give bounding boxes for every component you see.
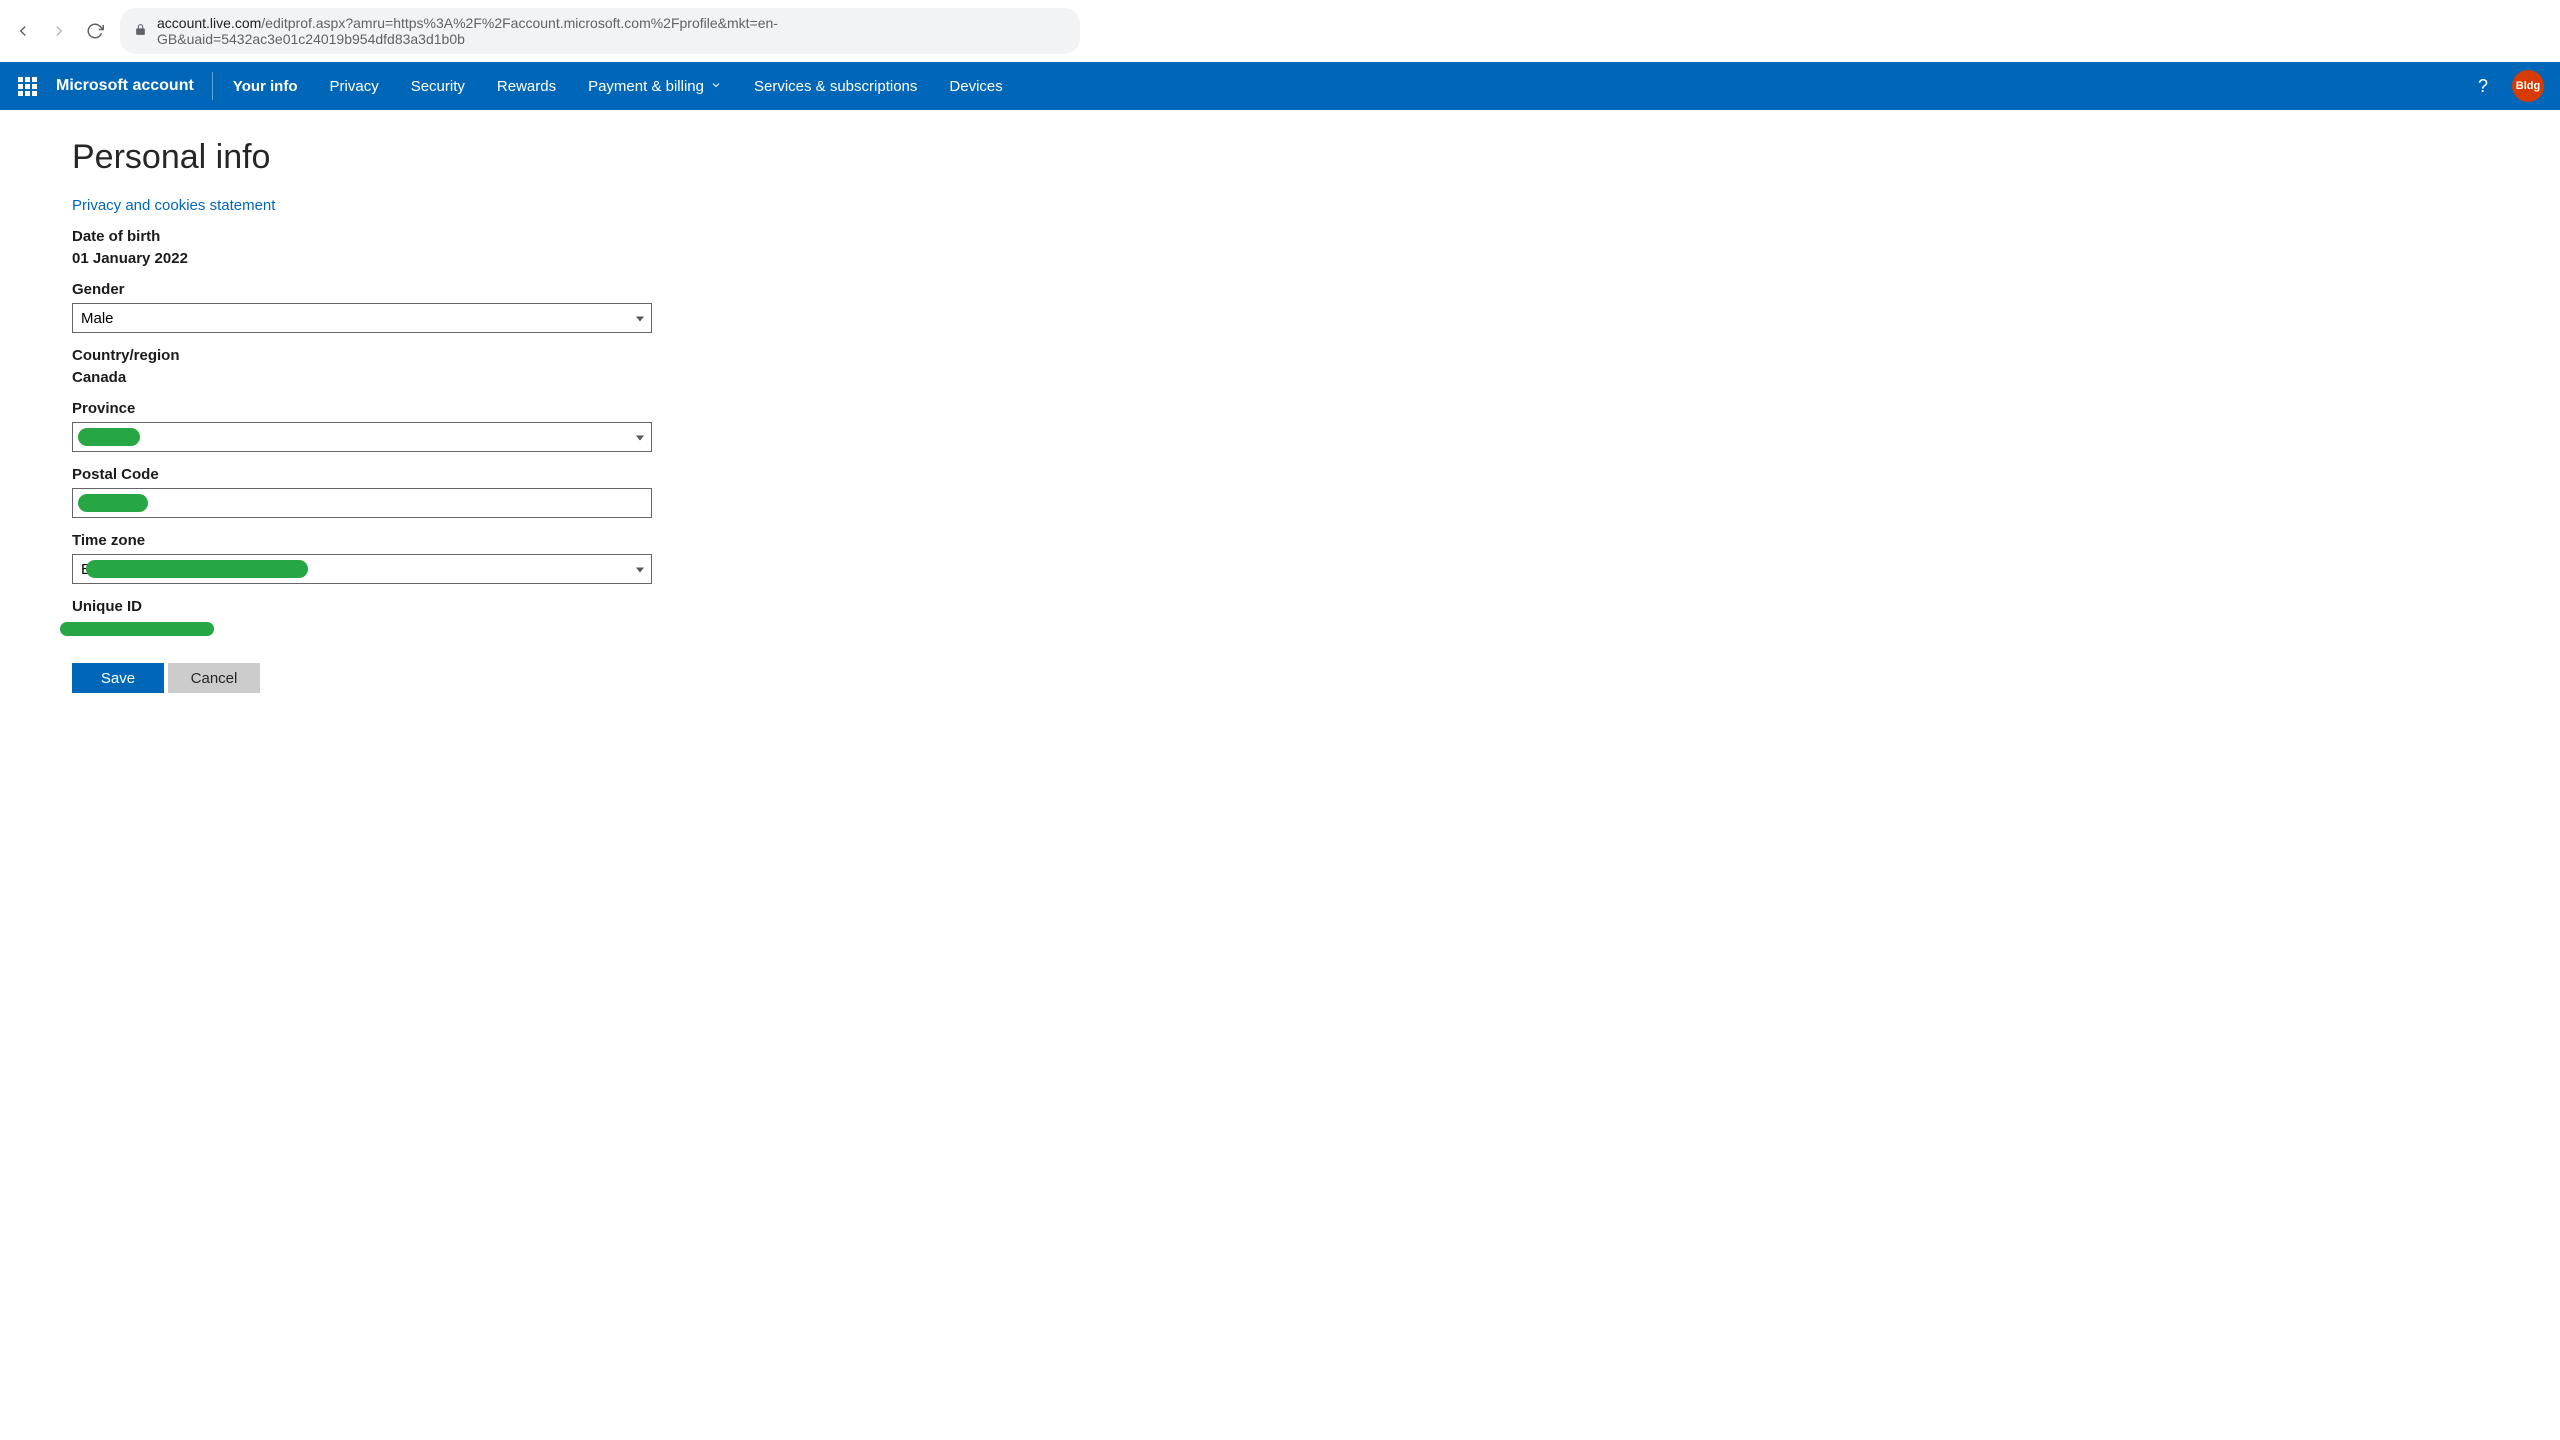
- nav-privacy[interactable]: Privacy: [314, 62, 395, 110]
- privacy-cookies-link[interactable]: Privacy and cookies statement: [72, 197, 275, 214]
- redacted-uniqueid: [60, 622, 214, 636]
- chevron-down-icon: [710, 78, 722, 95]
- dob-label: Date of birth: [72, 228, 728, 245]
- button-row: Save Cancel: [72, 663, 728, 693]
- address-bar[interactable]: account.live.com/editprof.aspx?amru=http…: [120, 8, 1080, 54]
- uniqueid-label: Unique ID: [72, 598, 728, 615]
- avatar[interactable]: Bldg: [2512, 70, 2544, 102]
- gender-label: Gender: [72, 281, 728, 298]
- help-icon[interactable]: ?: [2472, 75, 2494, 97]
- timezone-group: Time zone E: [72, 532, 728, 584]
- cancel-button[interactable]: Cancel: [168, 663, 260, 693]
- gender-select[interactable]: Male: [72, 303, 652, 333]
- nav-security[interactable]: Security: [395, 62, 481, 110]
- province-group: Province: [72, 400, 728, 452]
- app-launcher-icon[interactable]: [12, 71, 42, 101]
- postal-label: Postal Code: [72, 466, 728, 483]
- country-label: Country/region: [72, 347, 728, 364]
- uniqueid-group: Unique ID: [72, 598, 728, 637]
- browser-toolbar: account.live.com/editprof.aspx?amru=http…: [0, 0, 2560, 62]
- nav-your-info[interactable]: Your info: [217, 62, 314, 110]
- gender-group: Gender Male: [72, 281, 728, 333]
- timezone-label: Time zone: [72, 532, 728, 549]
- nav-rewards[interactable]: Rewards: [481, 62, 572, 110]
- main-nav: Microsoft account Your info Privacy Secu…: [0, 62, 2560, 110]
- timezone-select[interactable]: E: [72, 554, 652, 584]
- province-select[interactable]: [72, 422, 652, 452]
- brand-label[interactable]: Microsoft account: [50, 77, 212, 95]
- forward-button[interactable]: [48, 20, 70, 42]
- nav-devices[interactable]: Devices: [933, 62, 1018, 110]
- postal-input[interactable]: [72, 488, 652, 518]
- url-text: account.live.com/editprof.aspx?amru=http…: [157, 15, 1066, 47]
- save-button[interactable]: Save: [72, 663, 164, 693]
- province-label: Province: [72, 400, 728, 417]
- nav-services-subscriptions[interactable]: Services & subscriptions: [738, 62, 933, 110]
- back-button[interactable]: [12, 20, 34, 42]
- nav-payment-billing[interactable]: Payment & billing: [572, 62, 738, 110]
- dob-group: Date of birth 01 January 2022: [72, 228, 728, 267]
- reload-button[interactable]: [84, 20, 106, 42]
- lock-icon: [134, 23, 147, 39]
- country-value: Canada: [72, 369, 126, 386]
- main-content: Personal info Privacy and cookies statem…: [0, 110, 800, 733]
- page-title: Personal info: [72, 138, 728, 177]
- dob-value: 01 January 2022: [72, 250, 188, 267]
- nav-divider: [212, 72, 213, 100]
- postal-group: Postal Code: [72, 466, 728, 518]
- country-group: Country/region Canada: [72, 347, 728, 386]
